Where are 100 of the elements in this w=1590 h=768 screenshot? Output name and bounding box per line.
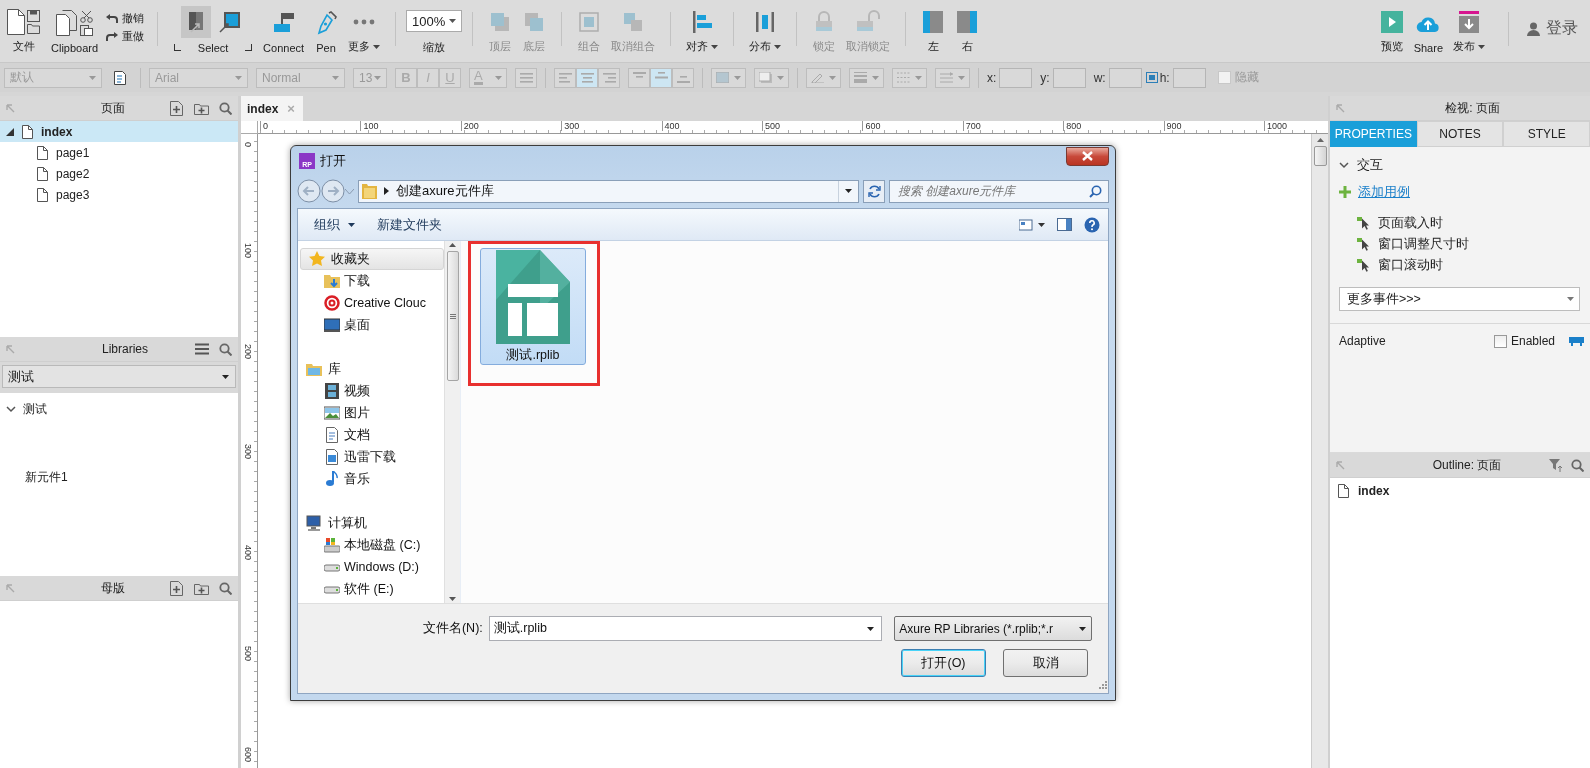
address-bar[interactable]: 创建axure元件库: [358, 179, 859, 203]
event-item[interactable]: 窗口滚动时: [1357, 256, 1590, 274]
scrollbar-thumb[interactable]: [1313, 146, 1327, 166]
filename-field[interactable]: 测试.rplib: [488, 616, 883, 641]
creative-cloud-icon: [324, 295, 340, 311]
navigation-item[interactable]: 计算机: [298, 512, 444, 534]
breadcrumb-folder[interactable]: 创建axure元件库: [396, 182, 494, 200]
scrollbar[interactable]: [1311, 134, 1328, 768]
enabled-label: Enabled: [1510, 334, 1555, 348]
connect-button[interactable]: Connect: [258, 6, 310, 56]
navigation-item[interactable]: 库: [298, 358, 444, 380]
page-tree-item[interactable]: index: [0, 121, 238, 142]
library-widget[interactable]: 新元件1: [0, 467, 238, 488]
navigation-item[interactable]: 桌面: [298, 314, 444, 336]
distribute-button[interactable]: 分布: [744, 6, 787, 56]
new-folder-button[interactable]: 新建文件夹: [369, 211, 450, 238]
cancel-button[interactable]: 取消: [1003, 649, 1088, 677]
clipboard-button[interactable]: Clipboard: [46, 6, 104, 56]
library-icon: [306, 361, 322, 377]
add-case-link[interactable]: 添加用例: [1358, 183, 1410, 201]
more-events-dropdown[interactable]: 更多事件>>>: [1339, 287, 1580, 311]
event-item[interactable]: 窗口调整尺寸时: [1357, 235, 1590, 253]
x-field[interactable]: [999, 67, 1033, 88]
add-folder-icon: [194, 581, 209, 595]
navigation-item[interactable]: 迅雷下载: [298, 446, 444, 468]
y-field[interactable]: [1052, 67, 1086, 88]
vertical-align-button[interactable]: [672, 67, 694, 88]
close-button[interactable]: [1066, 146, 1109, 166]
section-toggle[interactable]: 交互: [1339, 156, 1590, 174]
organize-button[interactable]: 组织: [306, 211, 363, 238]
navigation-item[interactable]: 下载: [298, 270, 444, 292]
navigation-item[interactable]: Creative Clouc: [298, 292, 444, 314]
navigation-item[interactable]: 图片: [298, 402, 444, 424]
page-tree-item[interactable]: page3: [0, 184, 238, 205]
line-color-dropdown[interactable]: [806, 67, 841, 88]
left-panel-button[interactable]: 左: [916, 6, 951, 56]
search-field[interactable]: 搜索 创建axure元件库: [889, 179, 1109, 203]
ruler-label: 700: [962, 121, 981, 131]
select-intersected-button[interactable]: [181, 6, 212, 38]
share-button[interactable]: Share: [1408, 6, 1448, 56]
text-align-button[interactable]: [598, 67, 620, 88]
vertical-align-button[interactable]: [650, 67, 672, 88]
navigation-item[interactable]: 本地磁盘 (C:): [298, 534, 444, 556]
file-type-dropdown[interactable]: Axure RP Libraries (*.rplib;*.r: [894, 616, 1092, 641]
caret-icon: [1478, 44, 1485, 49]
align-button[interactable]: 对齐: [681, 6, 724, 56]
preview-button[interactable]: 预览: [1374, 6, 1409, 56]
align-right-icon: [602, 72, 616, 83]
file-item[interactable]: 测试.rplib: [480, 248, 586, 365]
inspector-tab[interactable]: NOTES: [1416, 121, 1504, 147]
library-dropdown[interactable]: 测试: [2, 365, 236, 388]
filter-icon: [1549, 458, 1563, 472]
line-width-dropdown[interactable]: [849, 67, 884, 88]
inspector-tab[interactable]: STYLE: [1503, 121, 1590, 147]
right-panel-button[interactable]: 右: [950, 6, 985, 56]
file-button[interactable]: 文件: [2, 6, 46, 56]
publish-button[interactable]: 发布: [1448, 6, 1490, 56]
text-align-button[interactable]: [554, 67, 576, 88]
pin-icon: [6, 344, 15, 354]
undo-button[interactable]: 撤销: [103, 10, 148, 27]
scrollbar-thumb[interactable]: [446, 251, 459, 381]
login-button[interactable]: 登录: [1523, 18, 1582, 39]
width-field[interactable]: [1108, 67, 1142, 88]
outline-item[interactable]: index: [1330, 478, 1590, 498]
redo-button[interactable]: 重做: [103, 28, 148, 45]
page-tree-item[interactable]: page1: [0, 142, 238, 163]
pen-button[interactable]: Pen: [309, 6, 344, 56]
vertical-align-button[interactable]: [628, 67, 650, 88]
page-icon: [37, 187, 48, 202]
navigation-item[interactable]: 视频: [298, 380, 444, 402]
refresh-button[interactable]: [863, 179, 885, 203]
line-style-dropdown[interactable]: [892, 67, 927, 88]
library-group[interactable]: 测试: [0, 397, 238, 421]
bullet-list-button[interactable]: [515, 67, 537, 88]
height-field[interactable]: [1172, 67, 1206, 88]
zoom-dropdown[interactable]: 100%: [406, 10, 463, 32]
hidden-checkbox[interactable]: [1217, 71, 1231, 84]
page-tree-item[interactable]: page2: [0, 163, 238, 184]
enabled-checkbox[interactable]: [1493, 334, 1507, 348]
navigation-item[interactable]: 软件 (E:): [298, 578, 444, 600]
download-folder-icon: [324, 273, 340, 289]
add-page-icon: [170, 100, 184, 116]
page-tab[interactable]: index ×: [241, 96, 303, 121]
event-trigger-icon: [1357, 237, 1369, 251]
scissors-icon: [80, 10, 94, 23]
navigation-item[interactable]: Windows (D:): [298, 556, 444, 578]
open-button[interactable]: 打开(O): [901, 649, 986, 677]
ruler-label: 900: [1163, 121, 1182, 131]
navigation-item[interactable]: 音乐: [298, 468, 444, 490]
shadow-dropdown[interactable]: [754, 67, 789, 88]
panel-title: Libraries: [101, 342, 149, 356]
navigation-item[interactable]: 收藏夹: [300, 248, 444, 270]
text-align-button[interactable]: [576, 67, 598, 88]
fill-color-dropdown[interactable]: [711, 67, 746, 88]
more-button[interactable]: 更多: [343, 6, 386, 56]
arrow-style-dropdown[interactable]: [935, 67, 970, 88]
scrollbar[interactable]: [444, 241, 460, 603]
navigation-item[interactable]: 文档: [298, 424, 444, 446]
event-item[interactable]: 页面载入时: [1357, 214, 1590, 232]
caret-icon: [348, 222, 355, 227]
